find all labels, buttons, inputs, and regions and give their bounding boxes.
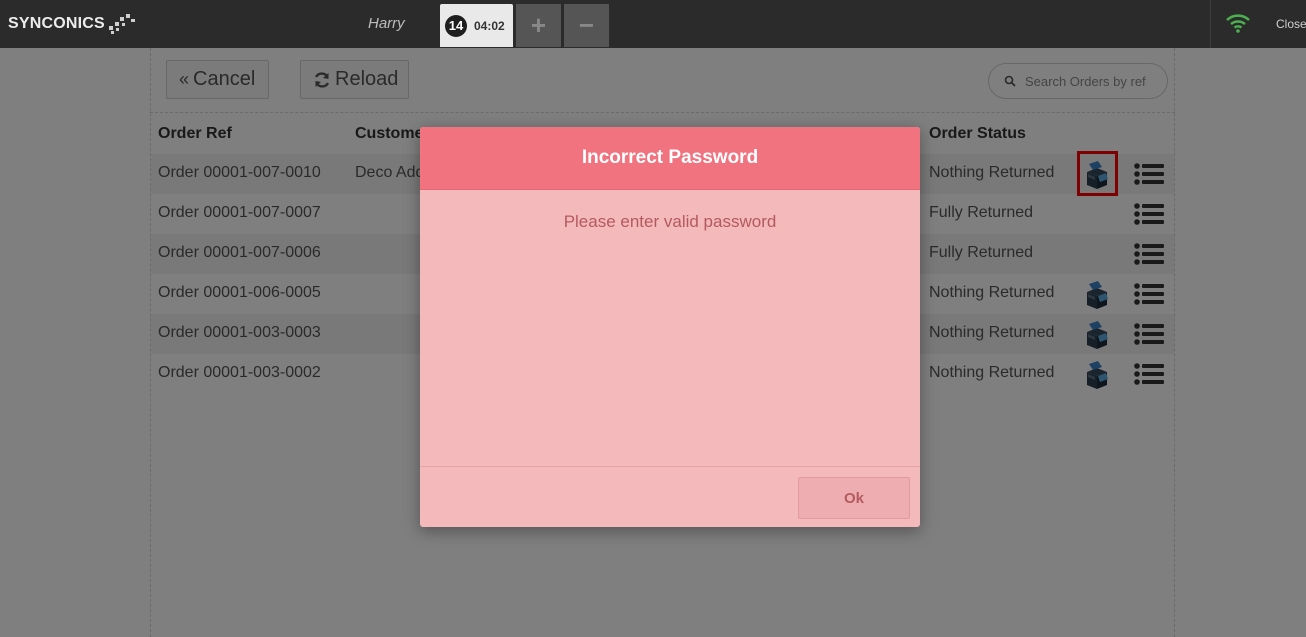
synconics-logo: SYNCONICS [8, 13, 137, 35]
order-tab[interactable]: 14 04:02 [440, 4, 513, 47]
tab-number-badge: 14 [445, 14, 467, 37]
wifi-icon [1226, 14, 1250, 33]
remove-order-button[interactable]: − [564, 4, 609, 47]
logo-dots-icon [108, 14, 135, 34]
dialog-header: Incorrect Password [420, 127, 920, 190]
close-button[interactable]: Close [1276, 17, 1306, 31]
divider [1210, 0, 1211, 48]
top-bar: SYNCONICS Harry 14 04:02 + − Close [0, 0, 1306, 48]
ok-button[interactable]: Ok [798, 477, 910, 519]
tab-time: 04:02 [474, 18, 505, 33]
user-name[interactable]: Harry [368, 15, 405, 32]
dialog-title: Incorrect Password [581, 147, 759, 168]
add-order-button[interactable]: + [516, 4, 561, 47]
dialog-message: Please enter valid password [563, 212, 777, 231]
dialog-footer: Ok [420, 466, 920, 527]
incorrect-password-dialog: Incorrect Password Please enter valid pa… [420, 127, 920, 527]
